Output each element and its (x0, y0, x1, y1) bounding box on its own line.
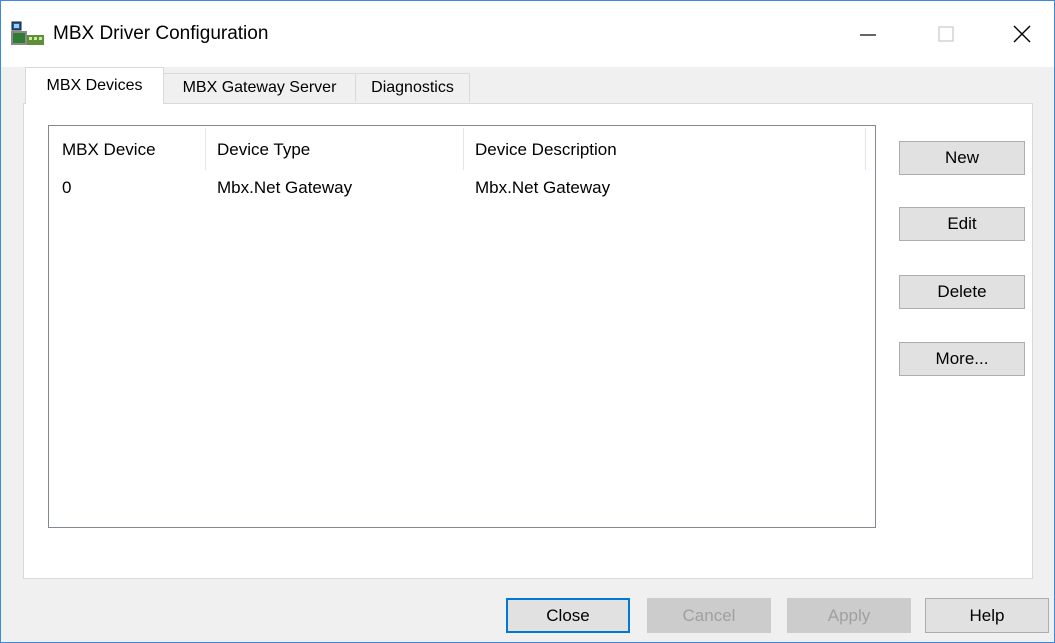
new-button[interactable]: New (899, 141, 1025, 175)
tab-mbx-devices[interactable]: MBX Devices (25, 67, 164, 104)
tab-diagnostics[interactable]: Diagnostics (355, 73, 470, 102)
minimize-button[interactable] (839, 1, 897, 67)
close-button[interactable]: Close (506, 598, 630, 633)
table-row-device[interactable]: 0 (62, 178, 71, 198)
device-list[interactable]: MBX Device Device Type Device Descriptio… (48, 125, 876, 528)
column-header-device-description[interactable]: Device Description (475, 140, 617, 160)
column-header-mbx-device[interactable]: MBX Device (62, 140, 156, 160)
minimize-icon (860, 34, 876, 36)
more-button[interactable]: More... (899, 342, 1025, 376)
table-row-description[interactable]: Mbx.Net Gateway (475, 178, 610, 198)
column-separator[interactable] (463, 128, 464, 170)
tab-mbx-gateway-server[interactable]: MBX Gateway Server (163, 73, 356, 102)
column-separator[interactable] (205, 128, 206, 170)
close-window-button[interactable] (993, 1, 1051, 67)
delete-button[interactable]: Delete (899, 275, 1025, 309)
maximize-button (917, 1, 975, 67)
close-icon (1013, 25, 1031, 43)
edit-button[interactable]: Edit (899, 207, 1025, 241)
title-bar[interactable]: MBX Driver Configuration (1, 1, 1054, 67)
table-row-type[interactable]: Mbx.Net Gateway (217, 178, 352, 198)
apply-button: Apply (787, 598, 911, 633)
mbx-driver-configuration-window: MBX Driver Configuration MBX Devices MBX… (0, 0, 1055, 643)
window-title: MBX Driver Configuration (53, 23, 269, 44)
column-header-device-type[interactable]: Device Type (217, 140, 310, 160)
network-driver-icon (11, 21, 45, 47)
help-button[interactable]: Help (925, 598, 1049, 633)
column-separator[interactable] (865, 128, 866, 170)
cancel-button: Cancel (647, 598, 771, 633)
maximize-icon (938, 26, 954, 42)
